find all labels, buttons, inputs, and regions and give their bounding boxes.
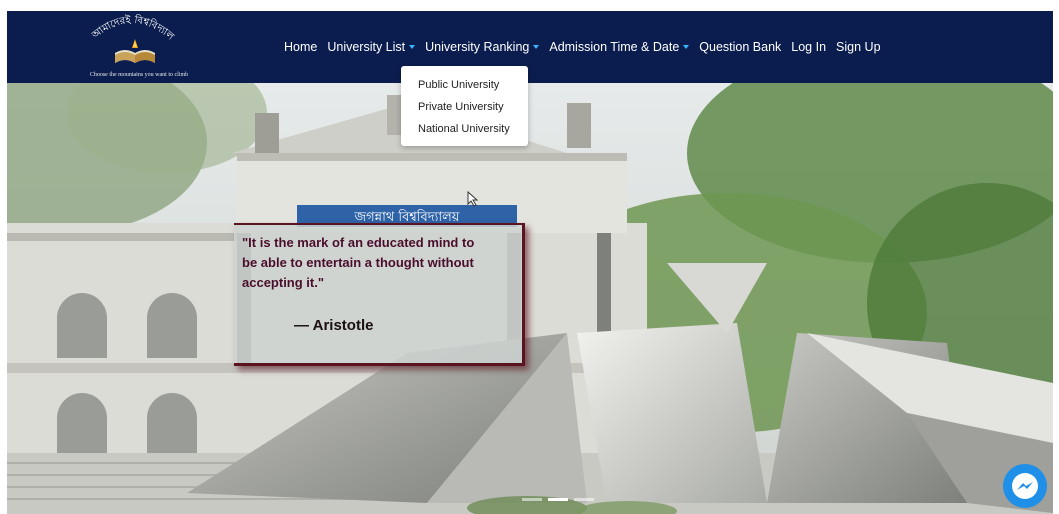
- logo-tagline: Choose the mountains you want to climb: [89, 72, 189, 78]
- nav-sign-up-label: Sign Up: [836, 40, 881, 54]
- nav-log-in-label: Log In: [791, 40, 827, 54]
- dropdown-item-public-university[interactable]: Public University: [401, 74, 528, 96]
- nav-university-ranking[interactable]: University Ranking: [420, 40, 544, 54]
- chevron-down-icon: [683, 45, 690, 49]
- carousel-indicators: [522, 498, 594, 501]
- book-icon: [115, 39, 155, 63]
- nav-university-list[interactable]: University List: [322, 40, 420, 54]
- main-menu: Home University List University Ranking …: [279, 11, 886, 83]
- nav-admission-label: Admission Time & Date: [549, 40, 680, 54]
- nav-home-label: Home: [284, 40, 318, 54]
- nav-university-ranking-label: University Ranking: [425, 40, 530, 54]
- carousel-dot-active[interactable]: [548, 498, 568, 501]
- carousel-dot[interactable]: [574, 498, 594, 501]
- dropdown-item-private-university[interactable]: Private University: [401, 96, 528, 118]
- quote-text: "It is the mark of an educated mind to b…: [242, 235, 475, 290]
- quote-card: "It is the mark of an educated mind to b…: [234, 223, 525, 366]
- hero-background-image: জগন্নাথ বিশ্ববিদ্যালয়: [7, 83, 1053, 514]
- university-ranking-dropdown: Public University Private University Nat…: [401, 66, 528, 146]
- nav-home[interactable]: Home: [279, 40, 322, 54]
- dropdown-item-national-university[interactable]: National University: [401, 118, 528, 140]
- chevron-down-icon: [533, 45, 540, 49]
- messenger-icon: [1012, 473, 1038, 499]
- nav-question-bank-label: Question Bank: [699, 40, 782, 54]
- top-navbar: আমাদেরই বিশ্ববিদ্যালয় Choose the mounta…: [7, 11, 1053, 83]
- quote-author: — Aristotle: [294, 317, 374, 334]
- carousel-dot[interactable]: [522, 498, 542, 501]
- nav-sign-up[interactable]: Sign Up: [831, 40, 885, 54]
- nav-question-bank[interactable]: Question Bank: [694, 40, 786, 54]
- nav-university-list-label: University List: [327, 40, 406, 54]
- page-frame: আমাদেরই বিশ্ববিদ্যালয় Choose the mounta…: [7, 11, 1053, 514]
- messenger-chat-button[interactable]: [1003, 464, 1047, 508]
- site-logo[interactable]: আমাদেরই বিশ্ববিদ্যালয় Choose the mounta…: [77, 13, 197, 81]
- mouse-pointer-icon: [467, 191, 479, 207]
- chevron-down-icon: [409, 45, 416, 49]
- nav-admission-time-date[interactable]: Admission Time & Date: [544, 40, 694, 54]
- nav-log-in[interactable]: Log In: [786, 40, 831, 54]
- hero-banner: জগন্নাথ বিশ্ববিদ্যালয়: [7, 83, 1053, 514]
